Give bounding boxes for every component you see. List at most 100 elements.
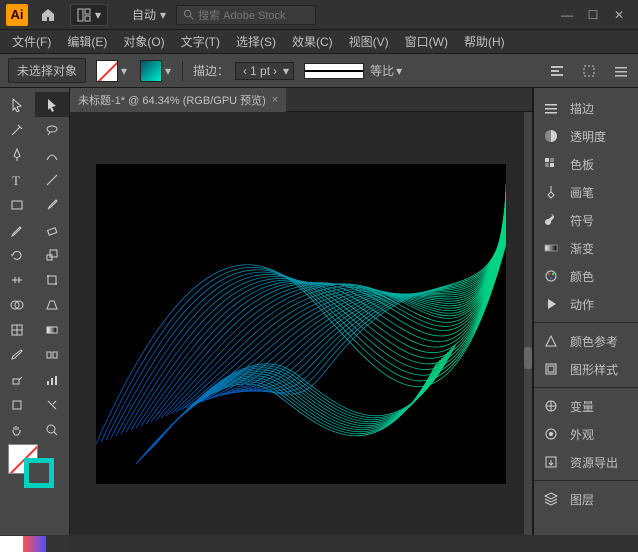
eyedropper-tool[interactable] [0, 342, 35, 367]
stroke-dropdown-icon[interactable]: ▾ [162, 64, 174, 78]
control-bar: 未选择对象 ▾ ▾ 描边： ‹1 pt›▾ 等比 ▾ [0, 54, 638, 88]
menu-window[interactable]: 窗口(W) [399, 31, 454, 52]
swatches-icon [542, 156, 560, 172]
artboard-tool[interactable] [0, 392, 35, 417]
fill-color-swatch[interactable] [96, 60, 118, 82]
stroke-icon [542, 100, 560, 116]
stock-search[interactable]: 搜索 Adobe Stock [176, 5, 316, 25]
lasso-tool[interactable] [35, 117, 70, 142]
line-tool[interactable] [35, 167, 70, 192]
curvature-tool[interactable] [35, 142, 70, 167]
close-tab-icon[interactable]: × [272, 94, 278, 106]
panel-color[interactable]: 颜色 [534, 262, 638, 290]
brushes-icon [542, 184, 560, 200]
stroke-weight-stepper[interactable]: ‹1 pt›▾ [235, 62, 294, 80]
panel-styles[interactable]: 图形样式 [534, 355, 638, 383]
stroke-weight-label: 描边： [193, 62, 229, 79]
panel-stroke[interactable]: 描边 [534, 94, 638, 122]
menu-object[interactable]: 对象(O) [117, 31, 170, 52]
menu-file[interactable]: 文件(F) [6, 31, 57, 52]
menu-type[interactable]: 文字(T) [175, 31, 226, 52]
panel-brushes[interactable]: 画笔 [534, 178, 638, 206]
shape-builder-tool[interactable] [0, 292, 35, 317]
tab-title: 未标题-1* @ 64.34% (RGB/GPU 预览) [78, 92, 266, 108]
panel-actions[interactable]: 动作 [534, 290, 638, 318]
home-icon[interactable] [36, 3, 60, 27]
control-right-group [548, 62, 630, 80]
workspace-switcher[interactable]: 自动▾ [132, 6, 166, 23]
color-mode-gradient[interactable] [23, 536, 46, 552]
rotate-tool[interactable] [0, 242, 35, 267]
panel-opacity[interactable]: 透明度 [534, 122, 638, 150]
proportion-label: 等比 [370, 62, 394, 79]
maximize-button[interactable]: ☐ [580, 5, 606, 25]
hand-tool[interactable] [0, 417, 35, 442]
gradient-tool[interactable] [35, 317, 70, 342]
panel-color-guide[interactable]: 颜色参考 [534, 327, 638, 355]
mesh-tool[interactable] [0, 317, 35, 342]
pen-tool[interactable] [0, 142, 35, 167]
panel-layers[interactable]: 图层 [534, 485, 638, 513]
panel-symbols[interactable]: 符号 [534, 206, 638, 234]
app-logo: Ai [6, 4, 28, 26]
selection-tool[interactable] [0, 92, 35, 117]
actions-icon [542, 296, 560, 312]
scroll-thumb[interactable] [524, 347, 532, 369]
canvas[interactable] [70, 112, 532, 535]
right-panel: 描边 透明度 色板 画笔 符号 渐变 颜色 动作 颜色参考 图形样式 变量 外观… [532, 88, 638, 535]
appearance-icon [542, 426, 560, 442]
symbol-sprayer-tool[interactable] [0, 367, 35, 392]
panel-menu-icon[interactable] [612, 62, 630, 80]
menu-view[interactable]: 视图(V) [343, 31, 395, 52]
close-button[interactable]: ✕ [606, 5, 632, 25]
width-tool[interactable] [0, 267, 35, 292]
graph-tool[interactable] [35, 367, 70, 392]
menu-select[interactable]: 选择(S) [230, 31, 282, 52]
free-transform-tool[interactable] [35, 267, 70, 292]
layers-icon [542, 491, 560, 507]
color-mode-none[interactable] [46, 536, 69, 552]
separator [182, 61, 183, 81]
selection-status: 未选择对象 [8, 58, 86, 83]
panel-swatches[interactable]: 色板 [534, 150, 638, 178]
color-picker[interactable] [0, 442, 69, 488]
export-icon [542, 454, 560, 470]
blend-tool[interactable] [35, 342, 70, 367]
rectangle-tool[interactable] [0, 192, 35, 217]
panel-divider [534, 322, 638, 323]
menu-effect[interactable]: 效果(C) [286, 31, 339, 52]
panel-export[interactable]: 资源导出 [534, 448, 638, 476]
document-tab[interactable]: 未标题-1* @ 64.34% (RGB/GPU 预览) × [70, 88, 286, 112]
fill-dropdown-icon[interactable]: ▾ [118, 64, 130, 78]
menu-help[interactable]: 帮助(H) [458, 31, 511, 52]
eraser-tool[interactable] [35, 217, 70, 242]
panel-appearance[interactable]: 外观 [534, 420, 638, 448]
vertical-scrollbar[interactable] [524, 112, 532, 535]
symbols-icon [542, 212, 560, 228]
perspective-tool[interactable] [35, 292, 70, 317]
layout-selector[interactable]: ▾ [70, 4, 108, 26]
variables-icon [542, 398, 560, 414]
stroke-swatch[interactable] [24, 458, 54, 488]
stroke-profile[interactable] [304, 63, 364, 79]
proportion-dropdown-icon[interactable]: ▾ [396, 64, 402, 78]
brush-tool[interactable] [35, 192, 70, 217]
panel-variables[interactable]: 变量 [534, 392, 638, 420]
type-tool[interactable]: T [0, 167, 35, 192]
transform-icon[interactable] [580, 62, 598, 80]
magic-wand-tool[interactable] [0, 117, 35, 142]
direct-selection-tool[interactable] [35, 92, 70, 117]
menu-bar: 文件(F) 编辑(E) 对象(O) 文字(T) 选择(S) 效果(C) 视图(V… [0, 30, 638, 54]
minimize-button[interactable]: — [554, 5, 580, 25]
styles-icon [542, 361, 560, 377]
stroke-color-swatch[interactable] [140, 60, 162, 82]
align-icon[interactable] [548, 62, 566, 80]
scale-tool[interactable] [35, 242, 70, 267]
panel-gradient[interactable]: 渐变 [534, 234, 638, 262]
zoom-tool[interactable] [35, 417, 70, 442]
document-area: 未标题-1* @ 64.34% (RGB/GPU 预览) × [70, 88, 532, 535]
slice-tool[interactable] [35, 392, 70, 417]
menu-edit[interactable]: 编辑(E) [61, 31, 113, 52]
pencil-tool[interactable] [0, 217, 35, 242]
color-mode-solid[interactable] [0, 536, 23, 552]
